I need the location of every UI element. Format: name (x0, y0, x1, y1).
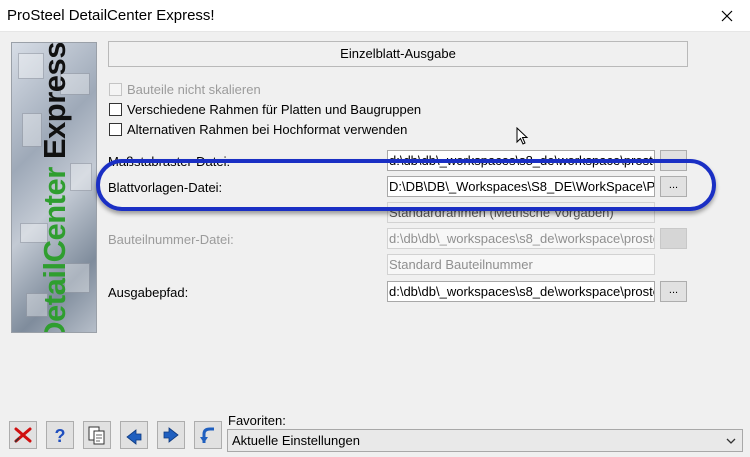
output-path-label: Ausgabepfad: (108, 285, 189, 300)
scale-raster-input[interactable]: d:\db\db\_workspaces\s8_de\workspace\pro… (387, 150, 655, 171)
scale-raster-browse-button[interactable]: ... (660, 150, 687, 171)
output-path-browse-button[interactable]: ... (660, 281, 687, 302)
part-number-browse-button[interactable]: ... (660, 228, 687, 249)
mouse-cursor-icon (516, 127, 529, 145)
product-banner: DetailCenter Express! (11, 42, 97, 333)
banner-logo-text: DetailCenter Express! (37, 42, 72, 333)
sheet-template-description: Standardrahmen (Metrische Vorgaben) (387, 202, 655, 223)
chevron-down-icon (726, 438, 736, 444)
checkbox-row-alt-frame: Alternativen Rahmen bei Hochformat verwe… (109, 121, 407, 138)
checkbox-plate-frames[interactable] (109, 103, 122, 116)
favorites-label: Favoriten: (228, 413, 286, 428)
checkbox-alt-frame[interactable] (109, 123, 122, 136)
close-button[interactable] (704, 0, 750, 32)
cancel-button[interactable] (9, 421, 37, 449)
sheet-template-browse-button[interactable]: ... (660, 176, 687, 197)
arrow-left-icon (126, 429, 142, 445)
sheet-template-input[interactable]: D:\DB\DB\_Workspaces\S8_DE\WorkSpace\Pro… (387, 176, 655, 197)
part-number-label: Bauteilnummer-Datei: (108, 232, 234, 247)
undo-arrow-icon (200, 427, 214, 443)
back-button[interactable] (120, 421, 148, 449)
section-header: Einzelblatt-Ausgabe (108, 41, 688, 67)
checkbox-label: Verschiedene Rahmen für Platten und Baug… (127, 102, 422, 117)
favorites-dropdown[interactable]: Aktuelle Einstellungen (227, 429, 743, 452)
title-bar: ProSteel DetailCenter Express! (0, 0, 750, 32)
scale-raster-label: Maßstabraster-Datei: (108, 154, 231, 169)
help-button[interactable]: ? (46, 421, 74, 449)
checkbox-row-no-scale: Bauteile nicht skalieren (109, 81, 261, 98)
window-title: ProSteel DetailCenter Express! (7, 7, 215, 24)
cancel-x-icon (14, 427, 32, 443)
checkbox-label: Alternativen Rahmen bei Hochformat verwe… (127, 122, 408, 137)
checkbox-row-plate-frames: Verschiedene Rahmen für Platten und Baug… (109, 101, 421, 118)
part-number-input[interactable]: d:\db\db\_workspaces\s8_de\workspace\pro… (387, 228, 655, 249)
close-icon (721, 10, 733, 22)
sheet-template-label: Blattvorlagen-Datei: (108, 180, 223, 195)
favorites-selected-value: Aktuelle Einstellungen (232, 433, 360, 448)
checkbox-label: Bauteile nicht skalieren (127, 82, 261, 97)
undo-button[interactable] (194, 421, 222, 449)
svg-text:?: ? (55, 426, 66, 445)
help-question-icon: ? (55, 426, 66, 445)
copy-documents-icon (88, 426, 105, 445)
copy-button[interactable] (83, 421, 111, 449)
checkbox-no-scale[interactable] (109, 83, 122, 96)
part-number-description: Standard Bauteilnummer (387, 254, 655, 275)
forward-button[interactable] (157, 421, 185, 449)
output-path-input[interactable]: d:\db\db\_workspaces\s8_de\workspace\pro… (387, 281, 655, 302)
arrow-right-icon (163, 427, 179, 443)
